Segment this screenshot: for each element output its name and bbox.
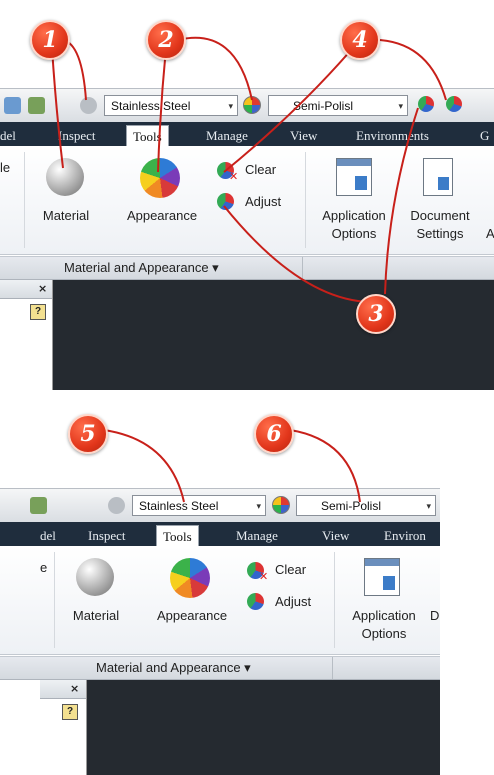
material-dropdown-value: Stainless Steel	[139, 499, 219, 513]
ribbon-panel: le Material Appearance ✕ Clear Adjust Ap…	[0, 146, 494, 255]
help-icon[interactable]: ?	[30, 304, 46, 320]
group-title-material-appearance[interactable]: Material and Appearance ▾	[96, 660, 251, 676]
close-icon[interactable]: ×	[38, 282, 47, 295]
ribbon-tab-bar: del Inspect Tools Manage View Environmen…	[0, 122, 494, 146]
appearance-dropdown[interactable]: Semi-Polisl ▾	[296, 495, 436, 516]
tab-model[interactable]: del	[0, 125, 16, 146]
group-title-material-appearance[interactable]: Material and Appearance ▾	[64, 260, 219, 276]
document-settings-label-1[interactable]: Document	[400, 208, 480, 223]
appearance-ball-icon[interactable]	[243, 96, 261, 114]
appearance-button-label[interactable]: Appearance	[142, 608, 242, 623]
tab-manage[interactable]: Manage	[236, 525, 278, 546]
tab-inspect[interactable]: Inspect	[88, 525, 126, 546]
material-dropdown[interactable]: Stainless Steel ▾	[132, 495, 266, 516]
clear-override-icon[interactable]	[418, 96, 434, 112]
separator	[302, 257, 303, 279]
adjust-button-label[interactable]: Adjust	[245, 194, 281, 209]
truncated-label: A	[486, 226, 494, 241]
browser-pane: × ?	[0, 280, 53, 390]
close-icon[interactable]: ×	[70, 682, 79, 695]
appearance-dropdown[interactable]: Semi-Polisl ▾	[268, 95, 408, 116]
truncated-label: e	[40, 560, 48, 575]
browser-pane-header: ×	[0, 280, 52, 299]
graphics-canvas[interactable]	[53, 280, 494, 390]
adjust-appearance-icon[interactable]	[247, 593, 264, 610]
tab-tools[interactable]: Tools	[126, 125, 169, 146]
ribbon-tab-bar: del Inspect Tools Manage View Environ	[0, 522, 440, 546]
top-screenshot: Stainless Steel ▾ Semi-Polisl ▾ del Insp…	[0, 0, 494, 390]
chevron-down-icon: ▾	[228, 101, 233, 111]
appearance-dropdown-value: Semi-Polisl	[321, 499, 382, 513]
ribbon-group-bar: Material and Appearance ▾	[0, 656, 440, 680]
tab-environments[interactable]: Environ	[384, 525, 426, 546]
red-x-icon: ✕	[259, 570, 269, 583]
tab-view[interactable]: View	[322, 525, 349, 546]
callout-4: 4	[340, 20, 380, 60]
browser-pane-header: ×	[40, 680, 86, 699]
chevron-down-icon: ▾	[256, 501, 261, 511]
truncated-label: le	[0, 160, 11, 175]
tab-tools[interactable]: Tools	[156, 525, 199, 546]
tab-manage[interactable]: Manage	[206, 125, 248, 146]
clear-button-label[interactable]: Clear	[275, 562, 306, 577]
appearance-button-label[interactable]: Appearance	[112, 208, 212, 223]
material-dropdown[interactable]: Stainless Steel ▾	[104, 95, 238, 116]
clear-button-label[interactable]: Clear	[245, 162, 276, 177]
sphere-material-icon[interactable]	[76, 558, 114, 596]
appearance-dropdown-value: Semi-Polisl	[293, 99, 354, 113]
application-options-icon[interactable]	[364, 558, 400, 596]
quick-access-toolbar: Stainless Steel ▾ Semi-Polisl ▾	[0, 488, 440, 524]
material-globe-icon[interactable]	[108, 497, 125, 514]
tab-inspect[interactable]: Inspect	[58, 125, 96, 146]
chevron-down-icon: ▾	[426, 501, 431, 511]
color-wheel-icon[interactable]	[170, 558, 210, 598]
application-options-icon[interactable]	[336, 158, 372, 196]
material-dropdown-value: Stainless Steel	[111, 99, 191, 113]
callout-5: 5	[68, 414, 108, 454]
separator	[54, 552, 55, 648]
appearance-ball-icon[interactable]	[272, 496, 290, 514]
red-x-icon: ✕	[229, 170, 239, 183]
adjust-button-label[interactable]: Adjust	[275, 594, 311, 609]
adjust-override-icon[interactable]	[446, 96, 462, 112]
separator	[332, 657, 333, 679]
quick-access-toolbar: Stainless Steel ▾ Semi-Polisl ▾	[0, 88, 494, 124]
application-options-label-1[interactable]: Application	[308, 208, 400, 223]
adjust-appearance-icon[interactable]	[217, 193, 234, 210]
callout-2: 2	[146, 20, 186, 60]
color-wheel-icon[interactable]	[140, 158, 180, 198]
bottom-screenshot: Stainless Steel ▾ Semi-Polisl ▾ del Insp…	[0, 400, 494, 775]
callout-1: 1	[30, 20, 70, 60]
callout-3: 3	[356, 294, 396, 334]
application-options-label-1[interactable]: Application	[338, 608, 430, 623]
application-options-label-2[interactable]: Options	[338, 626, 430, 641]
separator	[334, 552, 335, 648]
toolbar-mini-icon[interactable]	[4, 97, 21, 114]
separator	[305, 152, 306, 248]
browser-pane: × ?	[40, 680, 87, 775]
material-globe-icon[interactable]	[80, 97, 97, 114]
sphere-material-icon[interactable]	[46, 158, 84, 196]
tab-environments[interactable]: Environments	[356, 125, 429, 146]
material-button-label[interactable]: Material	[30, 208, 102, 223]
separator	[24, 152, 25, 248]
tab-get-started[interactable]: G	[480, 125, 489, 146]
ribbon-panel: e Material Appearance ✕ Clear Adjust App…	[0, 546, 440, 655]
truncated-label: D	[430, 608, 440, 623]
graphics-canvas[interactable]	[87, 680, 440, 775]
document-settings-label-2[interactable]: Settings	[400, 226, 480, 241]
return-icon[interactable]	[30, 497, 47, 514]
document-settings-icon[interactable]	[423, 158, 453, 196]
ribbon-group-bar: Material and Appearance ▾	[0, 256, 494, 280]
material-button-label[interactable]: Material	[60, 608, 132, 623]
callout-6: 6	[254, 414, 294, 454]
return-icon[interactable]	[28, 97, 45, 114]
chevron-down-icon: ▾	[398, 101, 403, 111]
help-icon[interactable]: ?	[62, 704, 78, 720]
tab-view[interactable]: View	[290, 125, 317, 146]
application-options-label-2[interactable]: Options	[308, 226, 400, 241]
tab-model[interactable]: del	[40, 525, 56, 546]
